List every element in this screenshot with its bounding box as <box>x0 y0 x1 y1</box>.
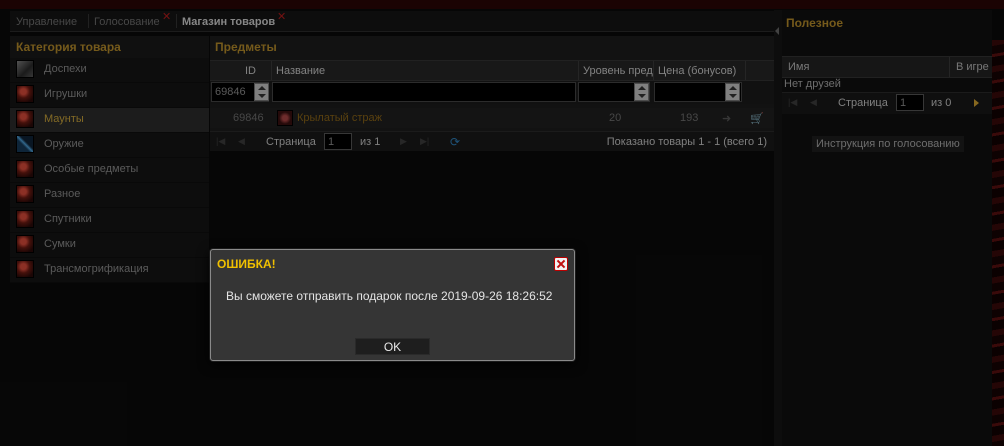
ok-button[interactable]: OK <box>355 338 430 355</box>
close-icon[interactable] <box>554 257 568 271</box>
error-dialog: ОШИБКА! Вы сможете отправить подарок пос… <box>210 249 575 361</box>
dialog-title: ОШИБКА! <box>217 257 276 271</box>
modal-overlay <box>0 0 1004 446</box>
dialog-message: Вы сможете отправить подарок после 2019-… <box>226 289 553 303</box>
